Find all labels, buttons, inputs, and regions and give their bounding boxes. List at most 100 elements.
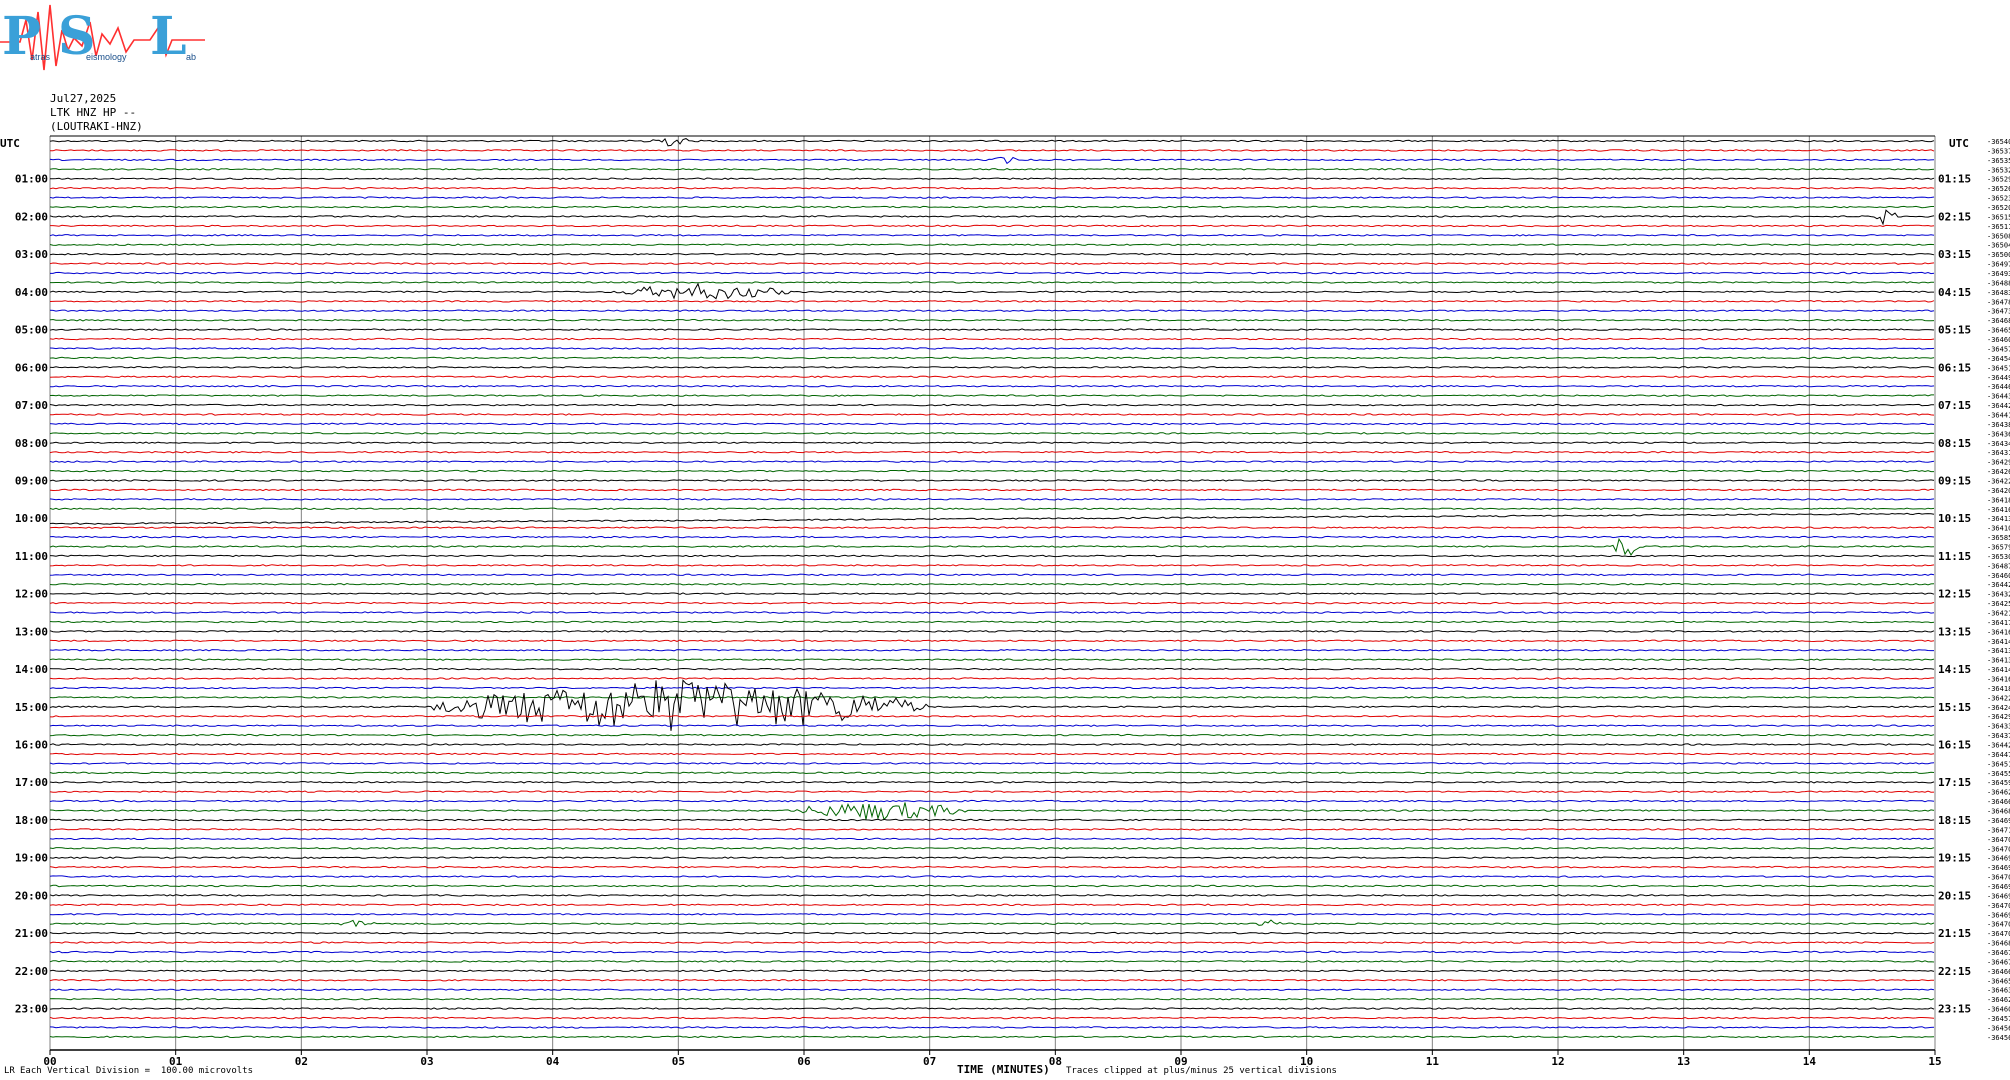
- trace-offset-label: -36462: [1987, 996, 2010, 1004]
- trace-offset-label: -36426: [1987, 468, 2010, 476]
- trace-offset-label: -36417: [1987, 619, 2010, 627]
- trace-line: [49, 762, 1935, 765]
- trace-line: [49, 969, 1935, 973]
- hour-label-right: 13:15: [1938, 625, 1971, 638]
- trace-offset-label: -36540: [1987, 138, 2010, 146]
- hour-label-left: 05:00: [15, 324, 48, 337]
- hour-label-left: 06:00: [15, 361, 48, 374]
- hour-label-right: 20:15: [1938, 889, 1971, 902]
- trace-line: [49, 375, 1935, 378]
- trace-offset-label: -36420: [1987, 487, 2010, 495]
- trace-offset-label: -36456: [1987, 1024, 2010, 1032]
- hour-label-right: 23:15: [1938, 1003, 1971, 1016]
- hour-label-right: 06:15: [1938, 361, 1971, 374]
- hour-label-right: 21:15: [1938, 927, 1971, 940]
- trace-line: [49, 582, 1935, 586]
- hour-label-left: 14:00: [15, 663, 48, 676]
- trace-offset-label: -36530: [1987, 553, 2010, 561]
- trace-offset-label: -36451: [1987, 364, 2010, 372]
- trace-offset-label: -36500: [1987, 251, 2010, 259]
- hour-label-right: 02:15: [1938, 210, 1971, 223]
- trace-line: [49, 875, 1935, 878]
- utc-label-left: UTC: [0, 137, 20, 150]
- trace-line: [49, 931, 1935, 935]
- hour-label-left: 10:00: [15, 512, 48, 525]
- hour-label-right: 18:15: [1938, 814, 1971, 827]
- hour-label-left: 01:00: [15, 173, 48, 186]
- trace-offset-label: -36465: [1987, 327, 2010, 335]
- trace-line: [49, 564, 1935, 567]
- trace-line: [49, 979, 1934, 982]
- trace-line: [49, 941, 1935, 944]
- hour-label-left: 19:00: [15, 852, 48, 865]
- trace-offset-label: -36526: [1987, 185, 2010, 193]
- trace-offset-label: -36469: [1987, 911, 2010, 919]
- trace-offset-label: -36441: [1987, 411, 2010, 419]
- hour-label-left: 15:00: [15, 701, 48, 714]
- hour-label-right: 19:15: [1938, 852, 1971, 865]
- trace-line: [49, 884, 1935, 888]
- x-tick-label: 02: [295, 1055, 308, 1068]
- x-tick-label: 03: [420, 1055, 433, 1068]
- trace-offset-label: -36529: [1987, 176, 2010, 184]
- hour-label-right: 09:15: [1938, 474, 1971, 487]
- trace-line: [49, 337, 1935, 341]
- trace-offset-label: -36537: [1987, 147, 2010, 155]
- trace-offset-label: -36585: [1987, 534, 2010, 542]
- utc-label-right: UTC: [1949, 137, 1969, 150]
- trace-offset-label: -36433: [1987, 723, 2010, 731]
- trace-line: [49, 780, 1935, 784]
- hour-label-right: 15:15: [1938, 701, 1971, 714]
- trace-line: [49, 1035, 1935, 1039]
- trace-offset-label: -36425: [1987, 600, 2010, 608]
- trace-offset-label: -36414: [1987, 666, 2010, 674]
- trace-offset-label: -36470: [1987, 836, 2010, 844]
- hour-label-left: 02:00: [15, 210, 48, 223]
- trace-line: [49, 620, 1935, 624]
- trace-offset-label: -36469: [1987, 883, 2010, 891]
- trace-offset-label: -36418: [1987, 685, 2010, 693]
- trace-offset-label: -36416: [1987, 628, 2010, 636]
- trace-offset-label: -36463: [1987, 987, 2010, 995]
- trace-offset-label: -36449: [1987, 374, 2010, 382]
- trace-line: [49, 1016, 1935, 1020]
- trace-line: [50, 271, 1935, 275]
- helicorder-chart: -36540-36537 -36535-36532 -36529-36526 -365…: [0, 135, 2010, 1068]
- hour-label-left: 18:00: [15, 814, 48, 827]
- hour-label-right: 01:15: [1938, 173, 1971, 186]
- trace-line: [49, 535, 1935, 539]
- trace-line: [49, 733, 1935, 737]
- trace-line: [49, 790, 1935, 793]
- trace-line: [49, 837, 1935, 841]
- trace-offset-label: -36469: [1987, 892, 2010, 900]
- trace-offset-label: -36483: [1987, 289, 2010, 297]
- trace-offset-label: -36532: [1987, 166, 2010, 174]
- trace-offset-label: -36442: [1987, 402, 2010, 410]
- hour-label-right: 10:15: [1938, 512, 1971, 525]
- scale-note: Each Vertical Division = 100.00 microvol…: [20, 1066, 253, 1076]
- trace-line: [49, 724, 1935, 727]
- trace-line: [49, 205, 1934, 209]
- trace-line: [49, 894, 1935, 897]
- trace-offset-label: -36460: [1987, 336, 2010, 344]
- trace-offset-label: -36429: [1987, 713, 2010, 721]
- trace-line: [49, 686, 1935, 690]
- hour-label-right: 08:15: [1938, 437, 1971, 450]
- trace-line: [49, 186, 1935, 190]
- trace-layer: [49, 138, 1935, 1039]
- trace-line: [50, 149, 1935, 152]
- trace-offset-label: -36424: [1987, 704, 2010, 712]
- trace-offset-label: -36504: [1987, 242, 2010, 250]
- trace-line: [49, 262, 1935, 265]
- trace-line: [49, 573, 1935, 577]
- x-tick-label: 13: [1677, 1055, 1690, 1068]
- trace-offset-label: -36443: [1987, 393, 2010, 401]
- trace-offset-label: -36470: [1987, 902, 2010, 910]
- x-tick-label: 08: [1049, 1055, 1062, 1068]
- trace-line: [49, 997, 1935, 1001]
- corner-mark: LR: [4, 1066, 15, 1076]
- trace-line: [49, 818, 1935, 822]
- trace-line: [49, 771, 1935, 775]
- trace-offset-label: -36459: [1987, 779, 2010, 787]
- trace-line: [49, 677, 1935, 680]
